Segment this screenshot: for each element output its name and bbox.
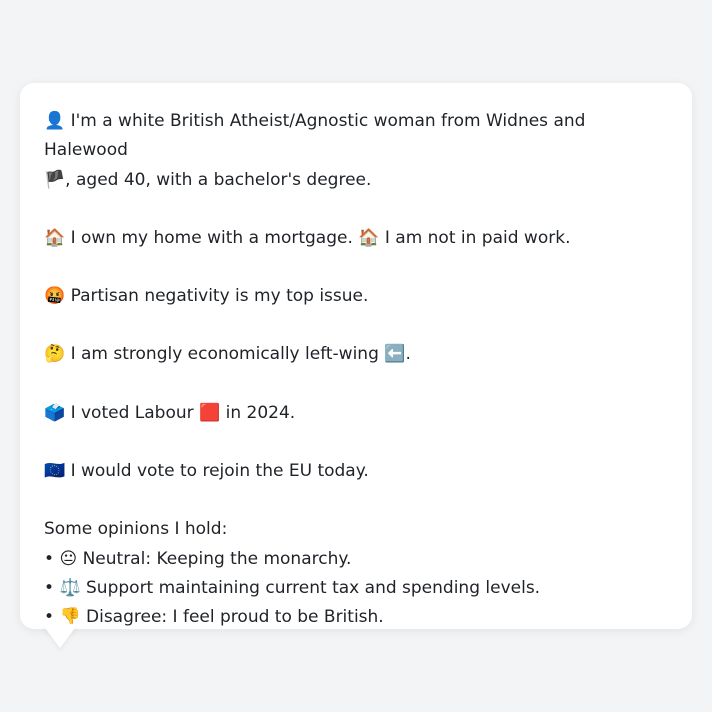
bubble-tail [42,624,78,648]
opinion-text: Disagree: I feel proud to be British. [86,607,384,628]
left-arrow-icon: ⬅️ [384,344,406,365]
issue-text: Partisan negativity is my top issue. [70,286,369,307]
bullet: • [44,548,55,569]
eu-flag-icon: 🇪🇺 [44,461,66,482]
balance-scale-icon: ⚖️ [59,577,81,598]
neutral-face-icon: 😐 [59,548,78,569]
issue-paragraph: 🤬 Partisan negativity is my top issue. [44,282,672,311]
opinion-item: • ⚖️ Support maintaining current tax and… [44,574,672,603]
home-text: I own my home with a mortgage. [70,227,353,248]
ballot-box-icon: 🗳️ [44,402,66,423]
eu-paragraph: 🇪🇺 I would vote to rejoin the EU today. [44,457,672,486]
england-flag-icon: 🏴 [44,169,66,190]
thinking-face-icon: 🤔 [44,344,66,365]
identity-paragraph: 👤 I'm a white British Atheist/Agnostic w… [44,107,672,195]
opinion-item: • 👎 Disagree: I feel proud to be British… [44,603,672,632]
home-paragraph: 🏠 I own my home with a mortgage. 🏠 I am … [44,224,672,253]
opinions-section: Some opinions I hold: • 😐 Neutral: Keepi… [44,515,672,632]
eu-text: I would vote to rejoin the EU today. [70,461,369,482]
vote-text: I voted Labour [70,402,194,423]
economic-text: I am strongly economically left-wing [70,344,379,365]
vote-end-text: in 2024. [225,402,296,423]
house-icon: 🏠 [44,227,66,248]
vote-paragraph: 🗳️ I voted Labour 🟥 in 2024. [44,399,672,428]
opinion-text: Neutral: Keeping the monarchy. [82,548,352,569]
house-icon-work: 🏠 [358,227,380,248]
person-icon: 👤 [44,111,66,131]
identity-text: I'm a white British Atheist/Agnostic wom… [44,111,586,161]
chat-message-bubble: 👤 I'm a white British Atheist/Agnostic w… [20,83,692,629]
angry-face-icon: 🤬 [44,286,66,307]
opinions-heading: Some opinions I hold: [44,519,228,540]
opinion-item: • 😐 Neutral: Keeping the monarchy. [44,545,672,574]
bullet: • [44,577,55,598]
opinion-text: Support maintaining current tax and spen… [86,577,541,598]
red-square-icon: 🟥 [199,402,221,423]
economic-paragraph: 🤔 I am strongly economically left-wing ⬅… [44,340,672,369]
work-text: I am not in paid work. [384,227,571,248]
economic-end: . [405,344,411,365]
identity-rest-text: , aged 40, with a bachelor's degree. [65,169,372,190]
